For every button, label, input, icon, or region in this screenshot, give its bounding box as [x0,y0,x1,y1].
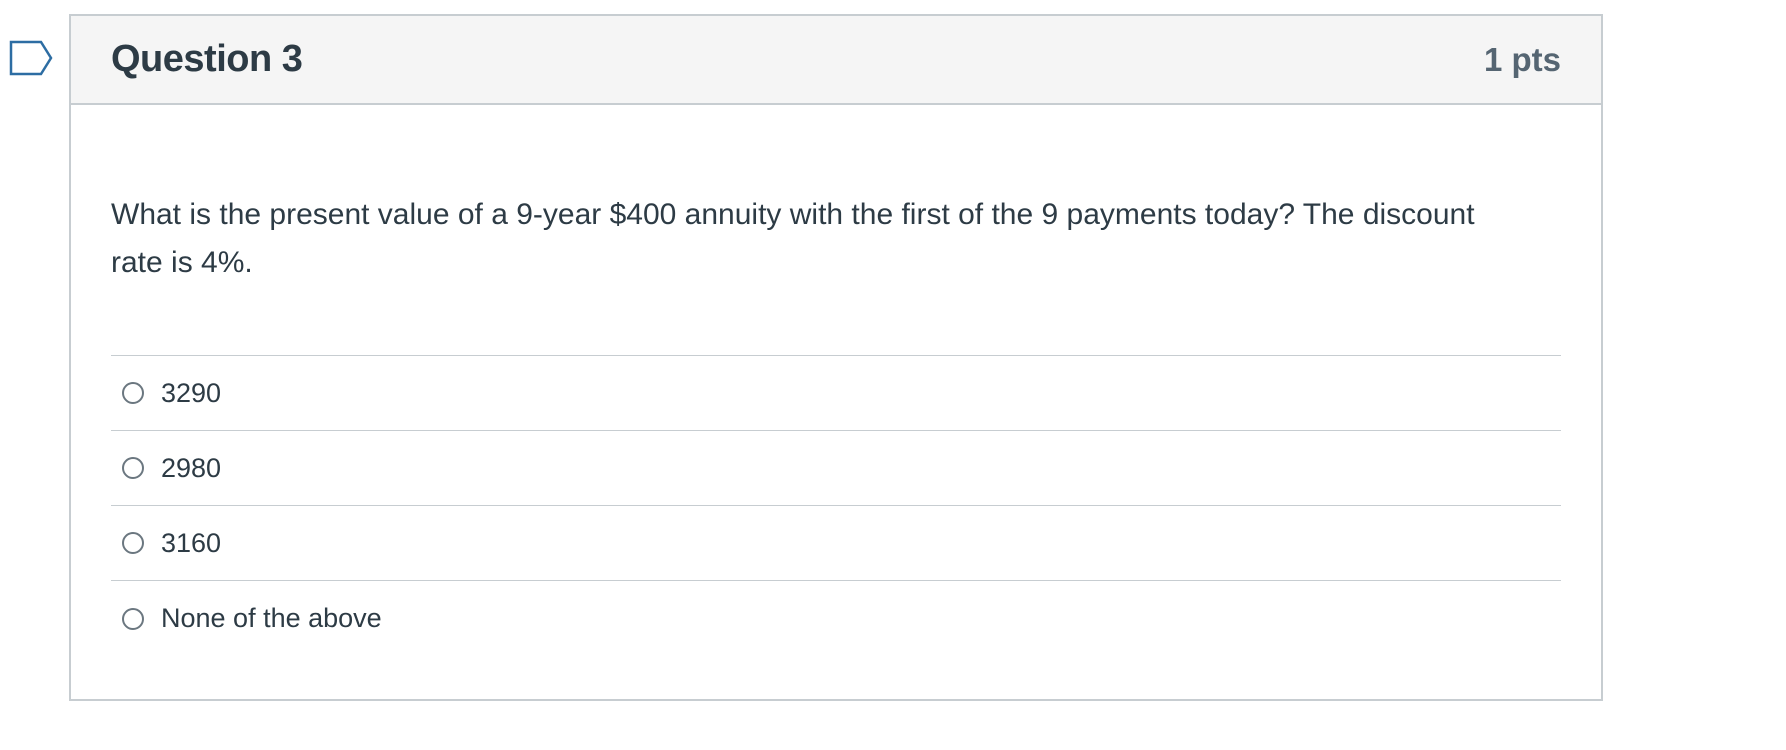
radio-unchecked-icon[interactable] [122,457,144,479]
answer-list: 3290 2980 3160 None of the above [111,355,1561,656]
answer-option[interactable]: 2980 [111,431,1561,506]
question-text: What is the present value of a 9-year $4… [111,198,1475,279]
question-points: 1 pts [1483,40,1561,78]
question-body: What is the present value of a 9-year $4… [71,105,1601,656]
flag-question-icon[interactable] [9,40,53,76]
answer-option[interactable]: None of the above [111,581,1561,656]
answer-label[interactable]: 2980 [161,453,221,484]
answer-label[interactable]: None of the above [161,603,382,634]
answer-option[interactable]: 3160 [111,506,1561,581]
question-header: Question 3 1 pts [71,16,1601,105]
answer-label[interactable]: 3160 [161,528,221,559]
quiz-page: Question 3 1 pts What is the present val… [0,0,1786,750]
radio-unchecked-icon[interactable] [122,607,144,630]
question-title: Question 3 [111,38,303,80]
radio-unchecked-icon[interactable] [122,382,144,404]
radio-unchecked-icon[interactable] [122,532,144,554]
answer-option[interactable]: 3290 [111,356,1561,431]
answer-label[interactable]: 3290 [161,378,221,409]
question-card: Question 3 1 pts What is the present val… [69,14,1603,701]
